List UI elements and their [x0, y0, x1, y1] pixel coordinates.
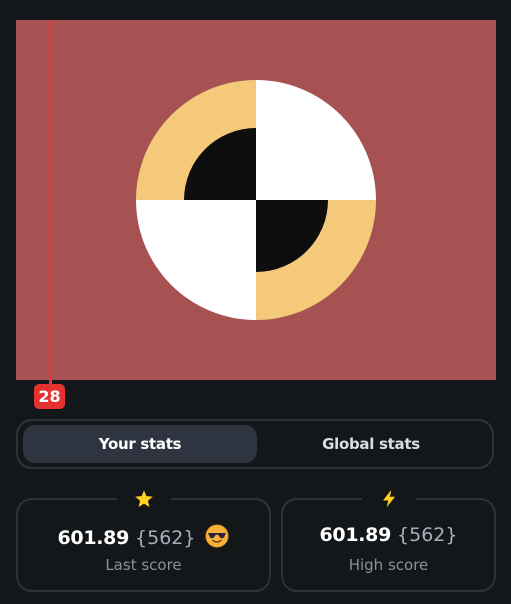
lightning-icon	[361, 486, 416, 512]
tab-global-stats[interactable]: Global stats	[254, 425, 488, 463]
last-score-line: 601.89 {562}	[18, 524, 269, 552]
high-score-sub: {562}	[397, 524, 458, 546]
high-score-value: 601.89	[319, 524, 392, 546]
last-score-card: 601.89 {562} Last score	[16, 486, 271, 592]
last-score-label: Last score	[105, 556, 182, 574]
high-score-line: 601.89 {562}	[283, 524, 494, 546]
position-marker-line[interactable]	[49, 20, 52, 384]
sunglasses-face-icon	[205, 524, 229, 552]
target-outer-bottom-left	[136, 200, 256, 320]
tab-your-stats[interactable]: Your stats	[23, 425, 257, 463]
high-score-card: 601.89 {562} High score	[281, 486, 496, 592]
target-graphic	[136, 80, 376, 320]
position-marker-badge: 28	[34, 384, 65, 409]
game-canvas[interactable]	[16, 20, 496, 380]
high-score-label: High score	[348, 556, 429, 574]
stats-tabs: Your stats Global stats	[16, 419, 494, 469]
last-score-value: 601.89	[57, 527, 130, 549]
star-icon	[116, 486, 171, 512]
last-score-sub: {562}	[135, 527, 196, 549]
target-outer-top-right	[256, 80, 376, 200]
game-page: 28 Your stats Global stats 601.89 {562} L…	[0, 0, 511, 604]
